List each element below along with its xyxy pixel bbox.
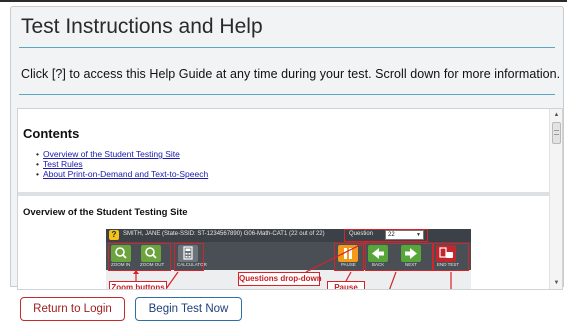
return-to-login-button[interactable]: Return to Login (20, 297, 125, 321)
toc-link-overview[interactable]: Overview of the Student Testing Site (36, 149, 208, 159)
grip-icon (554, 130, 559, 135)
section-separator (18, 192, 549, 196)
intro-text: Click [?] to access this Help Guide at a… (21, 67, 561, 81)
overview-heading: Overview of the Student Testing Site (23, 207, 188, 218)
top-border (0, 0, 567, 2)
toc-link-test-rules[interactable]: Test Rules (36, 159, 208, 169)
help-content-scroll-area[interactable]: Contents Overview of the Student Testing… (17, 108, 563, 290)
begin-test-now-button[interactable]: Begin Test Now (135, 297, 242, 321)
intro-divider (19, 94, 555, 95)
scroll-down-arrow-icon[interactable]: ▼ (550, 277, 562, 289)
scrollbar-thumb[interactable] (552, 122, 561, 144)
help-content: Contents Overview of the Student Testing… (18, 109, 549, 289)
footer-bar: Return to Login Begin Test Now (0, 290, 567, 327)
contents-heading: Contents (23, 126, 80, 141)
title-divider (19, 47, 555, 48)
zoom-buttons-callout: Zoom buttons (109, 281, 167, 289)
pause-callout: Pause (327, 281, 365, 289)
vertical-scrollbar[interactable]: ▲ ▼ (549, 109, 562, 289)
testing-site-illustration: ? SMITH, JANE (State-SSID: ST-1234567890… (106, 229, 471, 289)
toc-link-print-on-demand[interactable]: About Print-on-Demand and Text-to-Speech (36, 169, 208, 179)
table-of-contents: Overview of the Student Testing Site Tes… (36, 149, 208, 179)
page-title: Test Instructions and Help (21, 15, 263, 38)
scroll-up-arrow-icon[interactable]: ▲ (550, 109, 562, 121)
questions-dropdown-callout: Questions drop-down (238, 272, 322, 286)
